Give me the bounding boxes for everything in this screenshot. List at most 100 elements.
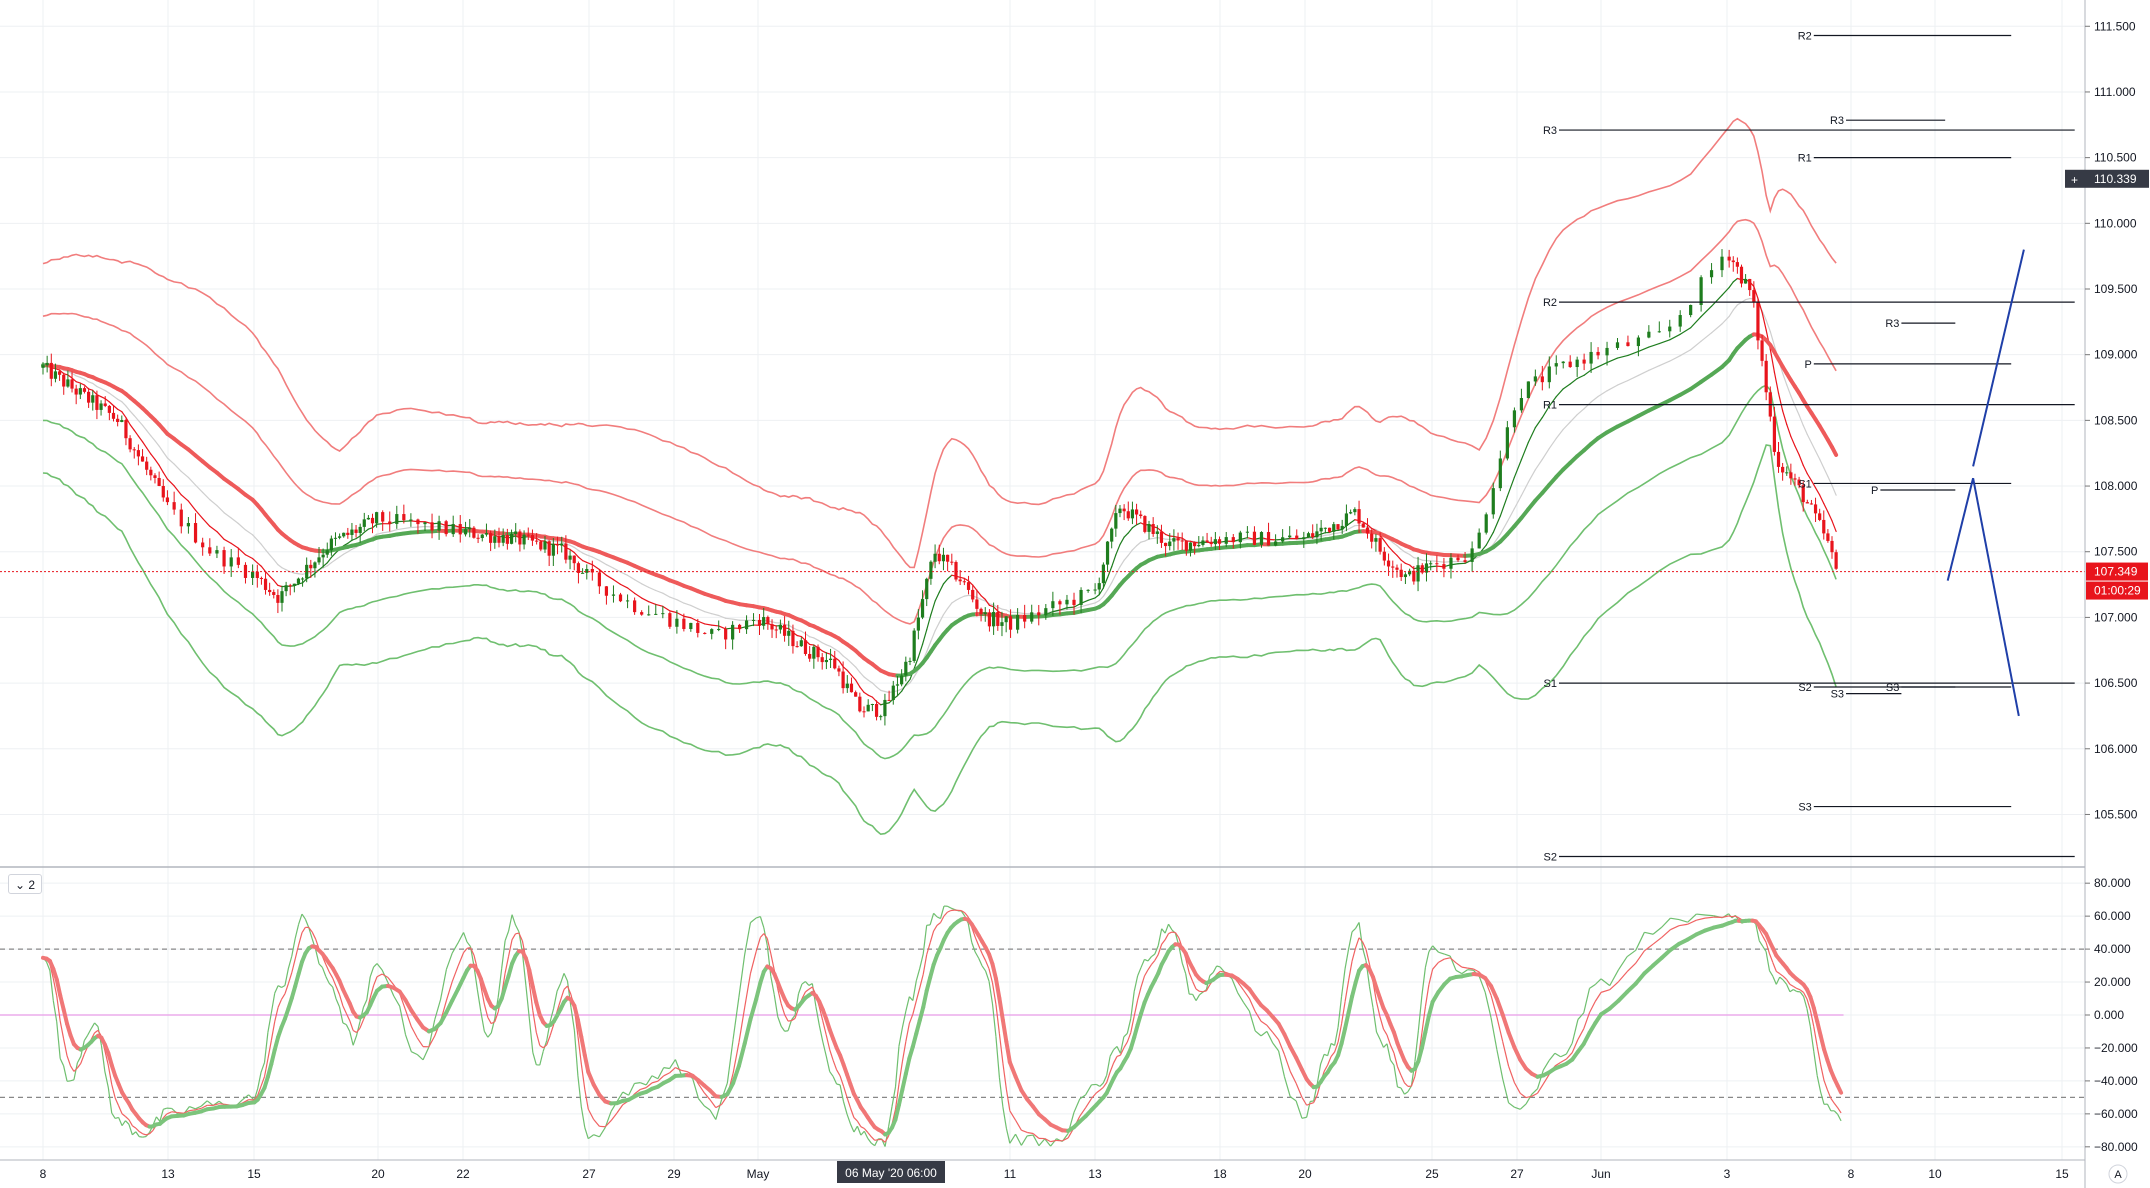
osc-fast-line bbox=[1775, 976, 1781, 985]
fast-ma-segment bbox=[1350, 519, 1356, 524]
fast-ma-segment bbox=[859, 686, 865, 694]
osc-fast-line bbox=[270, 993, 276, 1014]
grey-ma-segment bbox=[1590, 395, 1599, 403]
osc-signal-line bbox=[69, 1065, 75, 1072]
oscillator-legend-toggle[interactable]: ⌄ 2 bbox=[8, 874, 43, 894]
osc-signal-line bbox=[145, 1133, 150, 1136]
candle-body bbox=[458, 524, 462, 535]
candle-body bbox=[1709, 270, 1714, 278]
osc-fast-line bbox=[1126, 1018, 1132, 1034]
osc-signal-line bbox=[1327, 1056, 1332, 1066]
osc-fast-line bbox=[87, 1028, 92, 1036]
candle-body bbox=[1365, 527, 1370, 534]
candle-body bbox=[891, 685, 895, 701]
fast-ma-segment bbox=[133, 429, 139, 437]
fast-ma-segment bbox=[1135, 522, 1142, 526]
candle-body bbox=[120, 420, 124, 422]
auto-scale-button[interactable]: A bbox=[2108, 1164, 2128, 1184]
candle-body bbox=[489, 533, 493, 543]
osc-fast-line bbox=[1289, 1096, 1297, 1102]
grey-ma-segment bbox=[396, 527, 405, 531]
fast-ma-segment bbox=[88, 388, 94, 391]
osc-signal-line bbox=[1644, 943, 1654, 952]
osc-fast-line bbox=[842, 1101, 848, 1115]
osc-fast-line bbox=[1295, 1100, 1303, 1119]
candle-body bbox=[1818, 513, 1822, 520]
candle-body bbox=[737, 624, 742, 630]
osc-fast-line bbox=[1626, 949, 1637, 958]
candle-body bbox=[468, 527, 472, 530]
osc-fast-line bbox=[539, 1051, 544, 1066]
osc-signal-line bbox=[416, 1037, 424, 1047]
osc-fast-line bbox=[1266, 1031, 1274, 1044]
fast-ma-segment bbox=[1499, 495, 1508, 517]
candle-body bbox=[342, 532, 346, 537]
fast-ma-segment bbox=[655, 603, 664, 607]
osc-fast-line bbox=[715, 1099, 723, 1120]
osc-fast-line bbox=[1157, 928, 1163, 946]
grey-ma-segment bbox=[1131, 545, 1138, 551]
grey-ma-segment bbox=[641, 583, 650, 588]
grey-ma-segment bbox=[930, 630, 936, 642]
osc-fast-line bbox=[573, 1030, 579, 1076]
osc-fast-line bbox=[1272, 1042, 1280, 1052]
candle-body bbox=[1526, 381, 1530, 399]
crosshair-price-tag[interactable]: + 110.339 bbox=[2065, 169, 2149, 188]
osc-fast-line bbox=[770, 975, 775, 995]
osc-fast-line bbox=[1278, 1050, 1286, 1077]
candle-body bbox=[288, 585, 292, 587]
osc-fast-line bbox=[56, 1021, 61, 1059]
grey-ma-segment bbox=[1802, 424, 1808, 436]
grey-ma-segment bbox=[1569, 414, 1578, 423]
osc-fast-line bbox=[362, 999, 368, 1008]
grey-ma-segment bbox=[690, 604, 699, 610]
fast-ma-segment bbox=[1156, 527, 1163, 532]
osc-fast-line bbox=[777, 1016, 782, 1027]
grey-ma-segment bbox=[1148, 537, 1154, 540]
osc-signal-line bbox=[780, 1003, 786, 1015]
candle-body bbox=[366, 517, 370, 520]
osc-signal-line bbox=[1188, 972, 1194, 982]
candle-body bbox=[555, 544, 560, 546]
osc-smooth-line bbox=[990, 962, 998, 981]
osc-fast-line bbox=[393, 995, 401, 1007]
candle-body bbox=[423, 522, 427, 525]
grey-ma-segment bbox=[1106, 582, 1113, 591]
osc-fast-line bbox=[1181, 963, 1187, 975]
osc-signal-line bbox=[981, 953, 987, 961]
candle-body bbox=[41, 365, 45, 368]
fast-ma-segment bbox=[1576, 374, 1585, 380]
candle-body bbox=[1809, 503, 1814, 505]
grey-ma-segment bbox=[230, 517, 239, 525]
osc-fast-line bbox=[118, 1117, 123, 1126]
candle-body bbox=[1016, 614, 1020, 630]
crosshair-plus-icon[interactable]: + bbox=[2071, 173, 2078, 187]
grey-ma-segment bbox=[1648, 365, 1660, 371]
fast-ma-segment bbox=[669, 610, 678, 614]
grey-ma-segment bbox=[1745, 297, 1751, 301]
fast-ma-segment bbox=[1527, 427, 1536, 443]
osc-fast-line bbox=[1490, 1017, 1498, 1050]
grey-ma-segment bbox=[1562, 421, 1571, 430]
osc-fast-line bbox=[947, 905, 952, 909]
fast-ma-segment bbox=[796, 634, 802, 638]
candle-body bbox=[402, 514, 406, 521]
grey-ma-segment bbox=[1765, 319, 1771, 333]
osc-fast-line bbox=[825, 1055, 831, 1072]
grey-ma-segment bbox=[1404, 551, 1411, 556]
fast-ma-segment bbox=[180, 494, 190, 502]
pivot-label: S3 bbox=[1886, 682, 1899, 694]
candle-body bbox=[1689, 304, 1693, 316]
osc-fast-line bbox=[1243, 1002, 1250, 1012]
grey-ma-segment bbox=[1710, 323, 1723, 334]
candle-body bbox=[1395, 567, 1399, 570]
grey-ma-segment bbox=[951, 599, 957, 604]
osc-fast-line bbox=[1589, 983, 1596, 989]
fast-ma-segment bbox=[154, 458, 160, 466]
chart-canvas[interactable]: R2 R3 R3 R1 R2 R3 P R1 S1 P S1 S2 S3 S3 S3 S2 111.500 11… bbox=[0, 0, 2150, 1188]
osc-signal-line bbox=[1254, 1011, 1262, 1022]
candle-body bbox=[1830, 540, 1834, 553]
osc-signal-line bbox=[943, 911, 948, 917]
osc-smooth-line bbox=[903, 1056, 912, 1076]
osc-signal-line bbox=[294, 945, 300, 960]
